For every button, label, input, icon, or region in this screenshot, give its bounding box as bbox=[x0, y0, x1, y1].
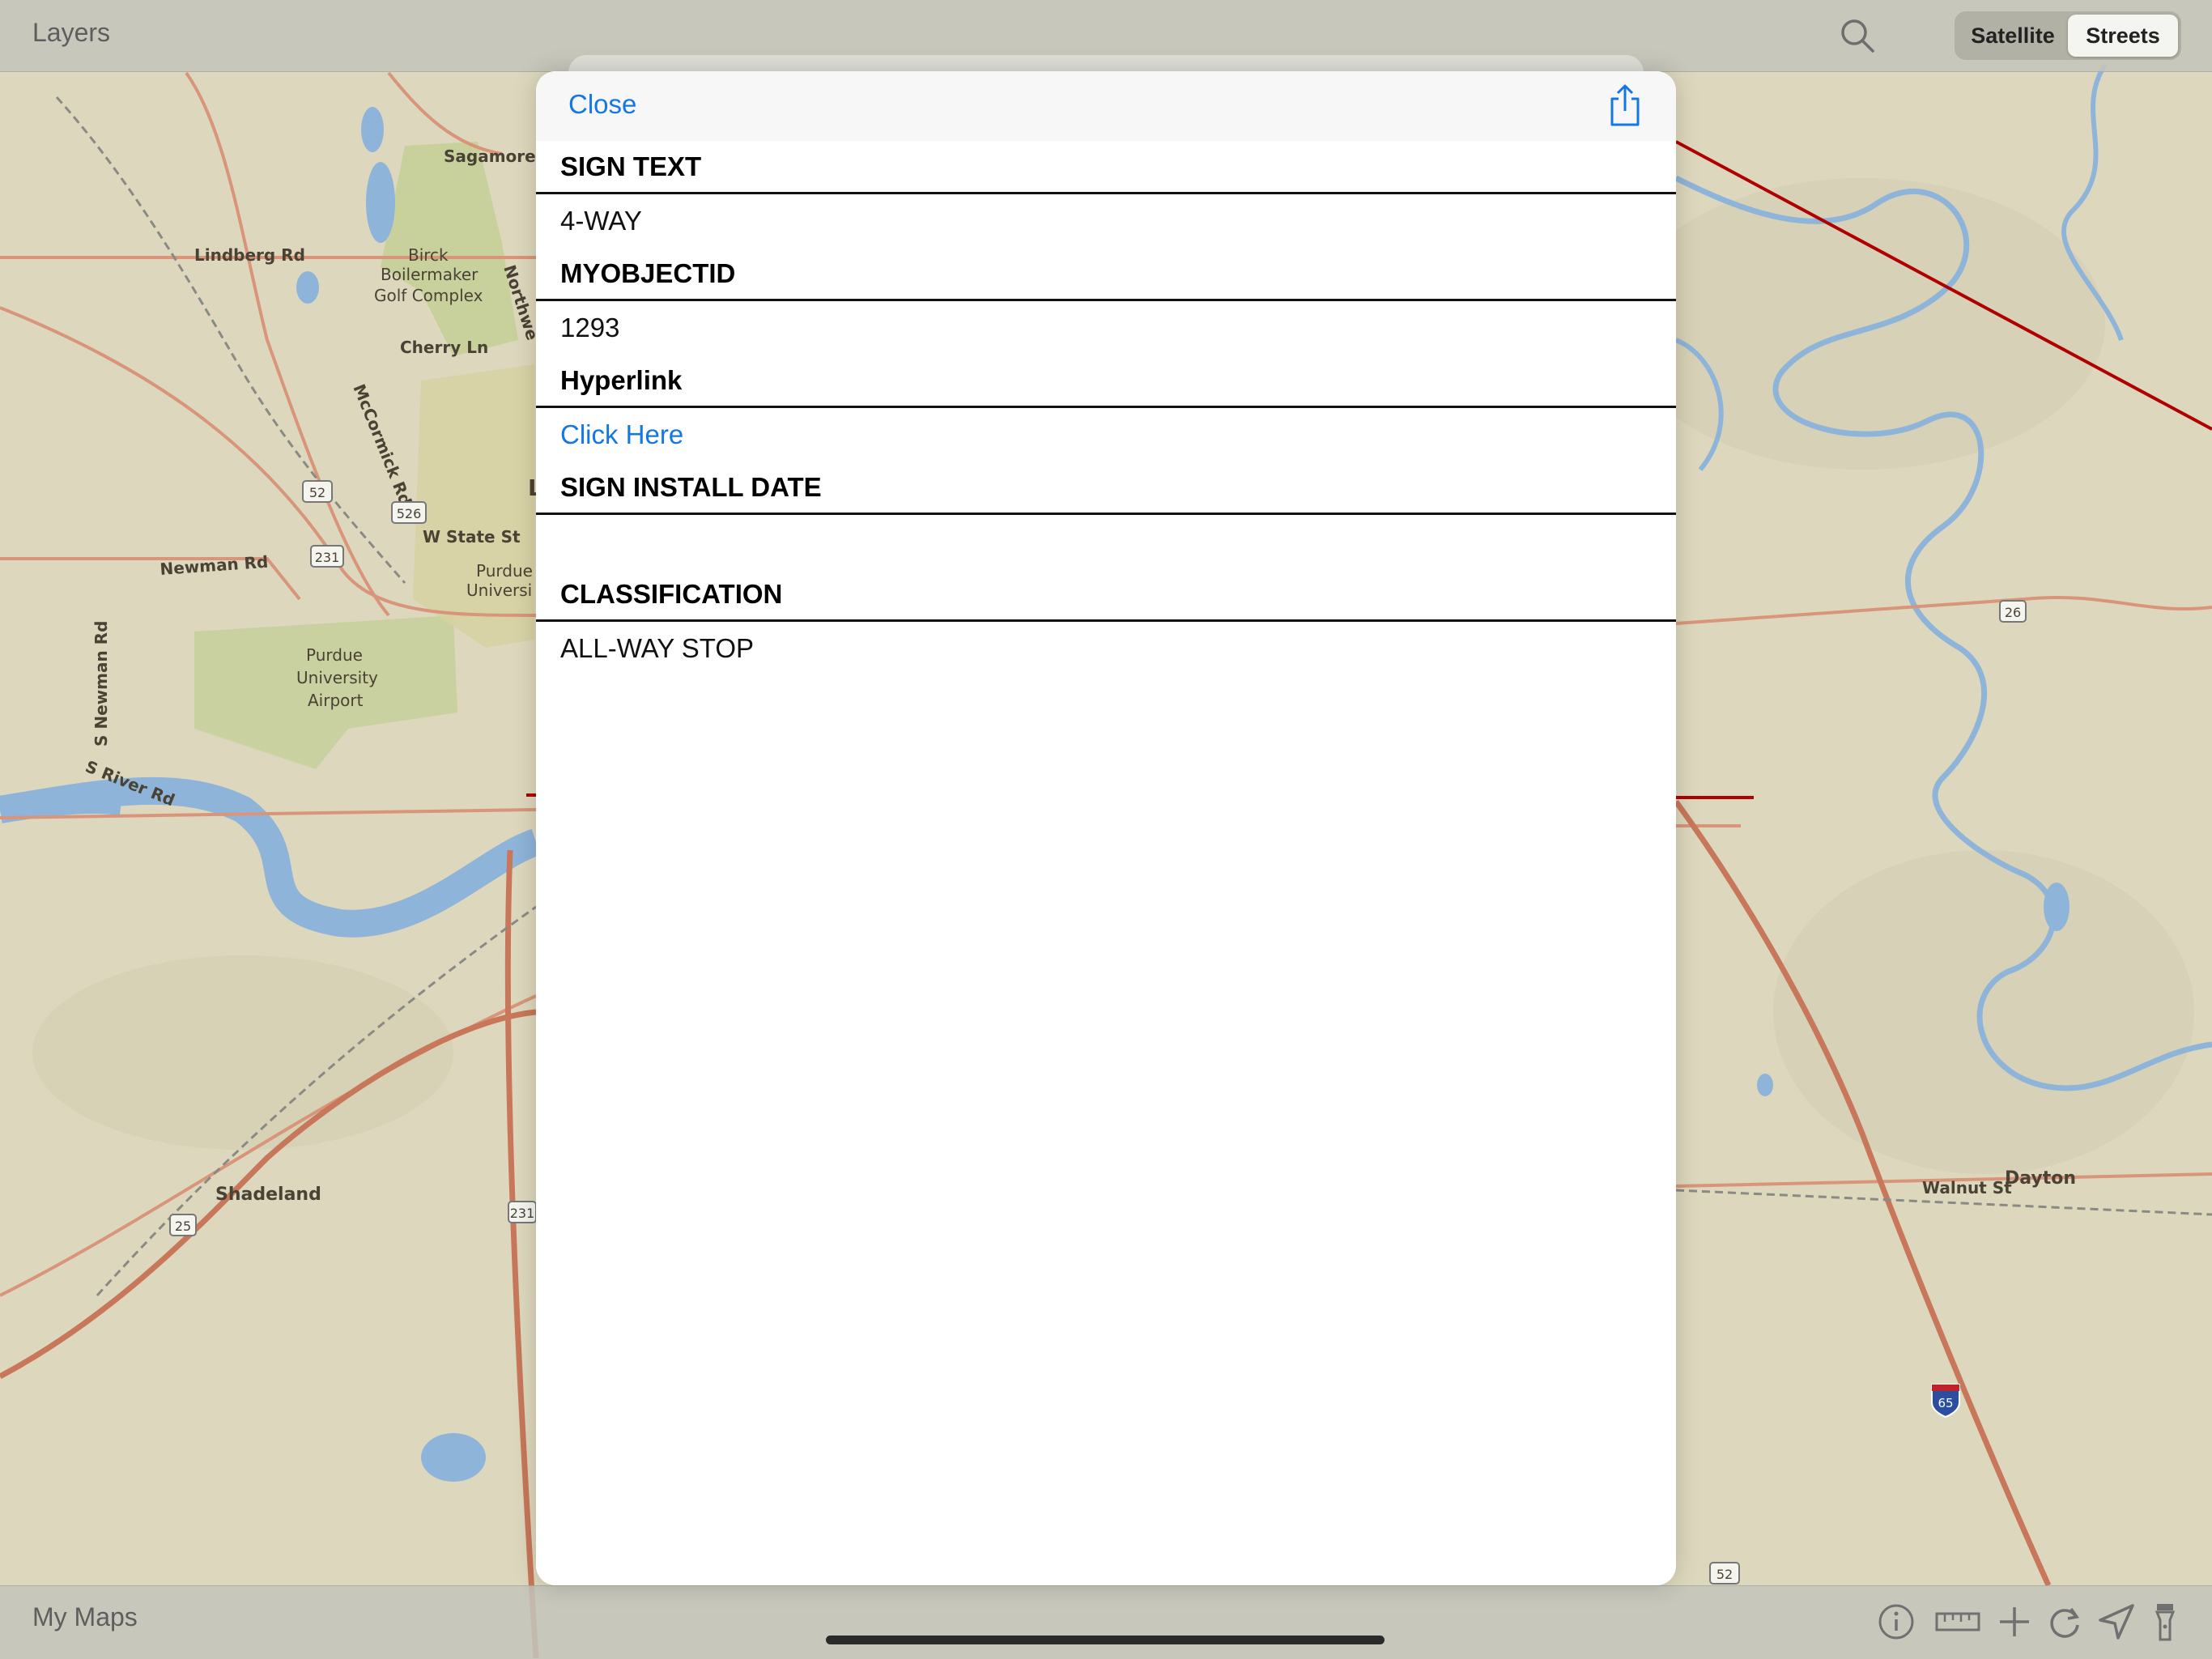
attribute-list: SIGN TEXT 4-WAY MYOBJECTID 1293 Hyperlin… bbox=[536, 141, 1676, 675]
current-location-button[interactable] bbox=[2095, 1601, 2138, 1643]
map-label-boilermaker: Boilermaker bbox=[381, 265, 479, 284]
search-icon bbox=[1841, 19, 1874, 53]
svg-text:52: 52 bbox=[1716, 1567, 1733, 1582]
svg-text:231: 231 bbox=[315, 550, 340, 565]
map-label-dayton: Dayton bbox=[2005, 1168, 2076, 1189]
lake bbox=[366, 162, 395, 243]
basemap-segmented-control: Satellite Streets bbox=[1955, 11, 2181, 60]
terrain-shade bbox=[32, 955, 453, 1150]
ruler-icon bbox=[1935, 1612, 1980, 1631]
info-icon bbox=[1878, 1604, 1914, 1640]
basemap-satellite-option[interactable]: Satellite bbox=[1958, 15, 2068, 57]
river-branch bbox=[0, 786, 124, 823]
measure-button[interactable] bbox=[1933, 1601, 1982, 1643]
map-label-walnut: Walnut St bbox=[1922, 1178, 2012, 1197]
route-shield-us231: 231 bbox=[310, 545, 344, 568]
map-label-w-state: W State St bbox=[423, 527, 521, 547]
route-shield-sr26: 26 bbox=[1999, 600, 2027, 623]
field-title-classification: CLASSIFICATION bbox=[536, 568, 1676, 622]
field-title-sign-text: SIGN TEXT bbox=[536, 141, 1676, 194]
map-label-airport-2: University bbox=[296, 668, 378, 687]
field-title-sign-install-date: SIGN INSTALL DATE bbox=[536, 462, 1676, 515]
map-label-university: Universi bbox=[466, 581, 532, 600]
lake bbox=[2044, 883, 2069, 931]
route-shield-us52: 52 bbox=[302, 480, 333, 503]
terrain-shade bbox=[1773, 850, 2194, 1174]
location-arrow-icon bbox=[2099, 1604, 2134, 1640]
field-value-sign-text: 4-WAY bbox=[560, 206, 642, 236]
basemap-streets-option[interactable]: Streets bbox=[2068, 15, 2178, 57]
map-label-airport-1: Purdue bbox=[306, 645, 363, 665]
share-icon bbox=[1610, 84, 1640, 126]
svg-text:25: 25 bbox=[175, 1219, 191, 1234]
my-maps-button[interactable]: My Maps bbox=[32, 1602, 138, 1632]
share-button[interactable] bbox=[1605, 83, 1645, 130]
field-title-hyperlink: Hyperlink bbox=[536, 355, 1676, 408]
feature-attributes-sheet: Close SIGN TEXT 4-WAY MYOBJECTID 1293 Hy… bbox=[536, 71, 1676, 1585]
lake bbox=[296, 271, 319, 304]
refresh-button[interactable] bbox=[2044, 1601, 2086, 1643]
svg-text:52: 52 bbox=[309, 485, 325, 500]
terrain-shade bbox=[1619, 178, 2105, 470]
bottom-toolbar: My Maps bbox=[0, 1585, 2212, 1659]
map-label-golf: Golf Complex bbox=[374, 286, 483, 305]
map-label-birck: Birck bbox=[408, 245, 449, 265]
info-button[interactable] bbox=[1875, 1601, 1917, 1643]
flashlight-icon bbox=[2155, 1604, 2176, 1641]
svg-text:526: 526 bbox=[397, 506, 422, 521]
map-label-cherry: Cherry Ln bbox=[400, 338, 488, 357]
field-title-myobjectid: MYOBJECTID bbox=[536, 248, 1676, 301]
map-label-shadeland: Shadeland bbox=[215, 1185, 321, 1205]
route-shield-i65: 65 bbox=[1931, 1384, 1960, 1419]
sheet-header: Close bbox=[536, 71, 1676, 141]
add-button[interactable] bbox=[1993, 1601, 2035, 1643]
layers-button[interactable]: Layers bbox=[32, 18, 110, 48]
add-icon bbox=[2000, 1607, 2029, 1636]
map-label-sagamore: Sagamore bbox=[444, 147, 536, 166]
field-value-classification: ALL-WAY STOP bbox=[560, 633, 755, 663]
lake bbox=[421, 1433, 486, 1482]
refresh-icon bbox=[2050, 1607, 2079, 1638]
field-value-sign-install-date bbox=[536, 515, 1676, 568]
route-shield-us231-south: 231 bbox=[508, 1201, 537, 1223]
lake bbox=[1757, 1074, 1773, 1096]
route-shield-us52-east: 52 bbox=[1709, 1562, 1740, 1585]
svg-text:26: 26 bbox=[2005, 605, 2021, 620]
search-button[interactable] bbox=[1838, 16, 1877, 55]
lake bbox=[361, 107, 384, 152]
route-shield-sr25: 25 bbox=[169, 1214, 197, 1236]
route-shield-sr526: 526 bbox=[391, 501, 427, 524]
campus-area bbox=[413, 364, 534, 648]
map-label-s-newman: S Newman Rd bbox=[91, 621, 111, 747]
map-label-purdue: Purdue bbox=[476, 561, 533, 581]
svg-text:231: 231 bbox=[510, 1206, 535, 1221]
close-button[interactable]: Close bbox=[568, 89, 636, 120]
flashlight-button[interactable] bbox=[2147, 1601, 2183, 1643]
home-indicator[interactable] bbox=[826, 1636, 1385, 1644]
hyperlink-click-here-link[interactable]: Click Here bbox=[536, 408, 1676, 462]
map-label-lindberg: Lindberg Rd bbox=[194, 245, 305, 265]
field-value-myobjectid: 1293 bbox=[560, 313, 620, 342]
map-label-airport-3: Airport bbox=[308, 691, 364, 710]
svg-text:65: 65 bbox=[1938, 1396, 1953, 1410]
